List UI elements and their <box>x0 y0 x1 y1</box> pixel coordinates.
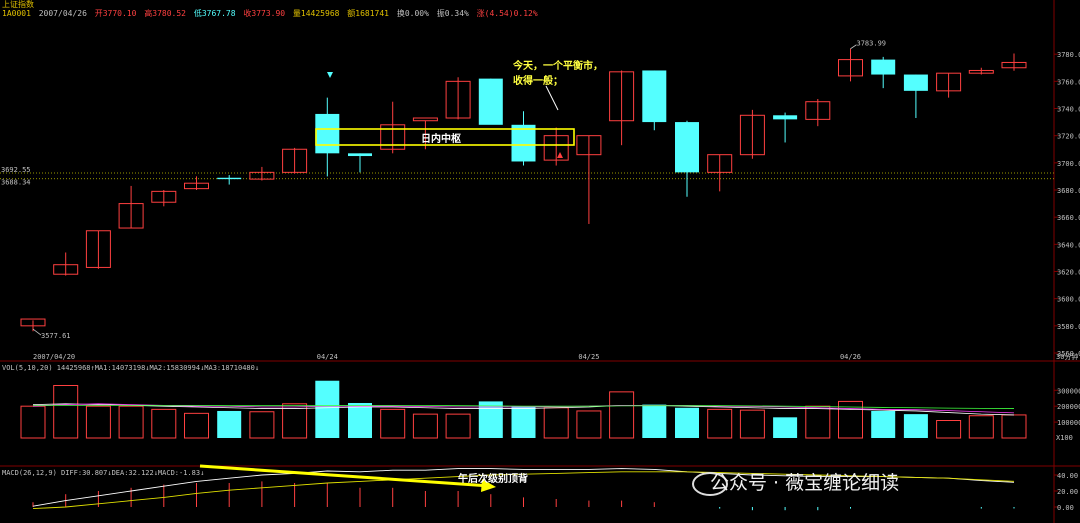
period-label: 30分钟 <box>1056 352 1078 361</box>
amplitude-value: 振0.34% <box>436 9 469 18</box>
price-tick-label: 3640.00 <box>1057 241 1080 249</box>
high-value: 高3780.52 <box>144 9 186 18</box>
x-axis-date-label: 2007/04/20 <box>33 353 75 361</box>
today-note-line2: 收得一般； <box>513 76 563 87</box>
volume-bar <box>707 408 733 439</box>
candle-body <box>348 153 372 157</box>
volume-tick-label: 300000 <box>1057 387 1080 395</box>
candle-body <box>315 113 340 154</box>
volume-unit-label: X100 <box>1056 434 1073 442</box>
down-arrow-icon <box>327 72 333 78</box>
extreme-label: 3577.61 <box>41 332 71 340</box>
open-value: 开3770.10 <box>94 9 137 18</box>
price-tick-label: 3700.00 <box>1057 160 1080 168</box>
price-tick-label: 3660.00 <box>1057 214 1080 222</box>
extreme-label: 3783.99 <box>857 40 887 48</box>
volume-bar <box>903 414 928 438</box>
up-arrow-icon <box>557 152 563 158</box>
candle-body <box>903 74 928 91</box>
volume-bar <box>543 407 569 439</box>
candle-body <box>871 59 896 75</box>
close-value: 收3773.90 <box>243 9 286 18</box>
volume-bar <box>805 405 831 439</box>
volume-bar <box>412 413 438 439</box>
x-axis-date-label: 04/24 <box>317 353 338 361</box>
volume-bar <box>53 385 79 439</box>
candle-body <box>511 124 536 162</box>
divergence-label: 午后次级别顶背 <box>458 474 528 485</box>
volume-bar <box>217 410 242 438</box>
price-tick-label: 3760.00 <box>1057 78 1080 86</box>
volume-tick-label: 200000 <box>1057 403 1080 411</box>
candle-body <box>478 78 503 125</box>
volume-pane-header: VOL(5,10,20) 14425968↑MA1:14073198↓MA2:1… <box>2 364 260 372</box>
zhongshu-label: 日内中枢 <box>421 134 461 145</box>
volume-bar <box>609 391 635 439</box>
low-value: 低3767.78 <box>193 9 236 18</box>
volume-bar <box>445 413 471 439</box>
volume-bar <box>511 406 536 438</box>
volume-bar <box>739 409 765 439</box>
ohlc-info-bar: 1A0001 2007/04/26 开3770.10 高3780.52 低376… <box>2 9 541 19</box>
watermark: 公众号 · 薇宝缠论细读 <box>710 472 900 494</box>
x-axis-date-label: 04/25 <box>578 353 599 361</box>
volume-value: 量14425968 <box>292 9 340 18</box>
turnover-value: 换0.00% <box>396 9 429 18</box>
volume-tick-label: 100000 <box>1057 419 1080 427</box>
macd-tick-label: 40.00 <box>1057 472 1078 480</box>
note-pointer <box>545 85 559 111</box>
volume-bar <box>85 405 111 439</box>
amount-value: 额1681741 <box>347 9 389 18</box>
volume-bar <box>936 420 962 439</box>
volume-bar <box>642 404 667 438</box>
price-tick-label: 3680.00 <box>1057 187 1080 195</box>
x-axis-date-label: 04/26 <box>840 353 861 361</box>
volume-bar <box>249 411 275 439</box>
change-value: 涨(4.54)0.12% <box>476 9 538 18</box>
volume-bar <box>20 405 46 439</box>
price-tick-label: 3600.00 <box>1057 296 1080 304</box>
volume-bar <box>968 415 994 439</box>
macd-pane-header: MACD(26,12,9) DIFF:30.807↓DEA:32.122↓MAC… <box>2 469 205 477</box>
stock-code: 1A0001 <box>2 9 31 18</box>
volume-bar <box>184 412 209 439</box>
reference-line-label: 3692.55 <box>1 166 31 174</box>
volume-bar <box>315 380 340 438</box>
volume-bar <box>118 405 144 439</box>
reference-line-label: 3688.34 <box>1 179 31 187</box>
today-note-line1: 今天，一个平衡市， <box>513 61 603 72</box>
volume-bar <box>773 417 798 438</box>
candle-body <box>412 117 438 122</box>
volume-bar <box>675 407 699 438</box>
volume-bar <box>1001 414 1027 439</box>
volume-bar <box>576 410 602 439</box>
candle-body <box>675 122 699 173</box>
price-tick-label: 3780.00 <box>1057 51 1080 59</box>
macd-tick-label: 20.00 <box>1057 488 1078 496</box>
price-tick-label: 3580.00 <box>1057 323 1080 331</box>
candle-body <box>642 70 667 123</box>
candle-body <box>773 115 798 120</box>
volume-bar <box>871 410 896 438</box>
volume-bar <box>151 408 177 439</box>
price-tick-label: 3720.00 <box>1057 133 1080 141</box>
volume-bar <box>348 403 372 438</box>
bar-date: 2007/04/26 <box>38 9 87 18</box>
volume-bar <box>380 408 406 439</box>
macd-tick-label: 0.00 <box>1057 504 1074 512</box>
candle-body <box>217 177 242 180</box>
price-tick-label: 3620.00 <box>1057 269 1080 277</box>
price-tick-label: 3740.00 <box>1057 106 1080 114</box>
extreme-pointer <box>32 328 42 336</box>
